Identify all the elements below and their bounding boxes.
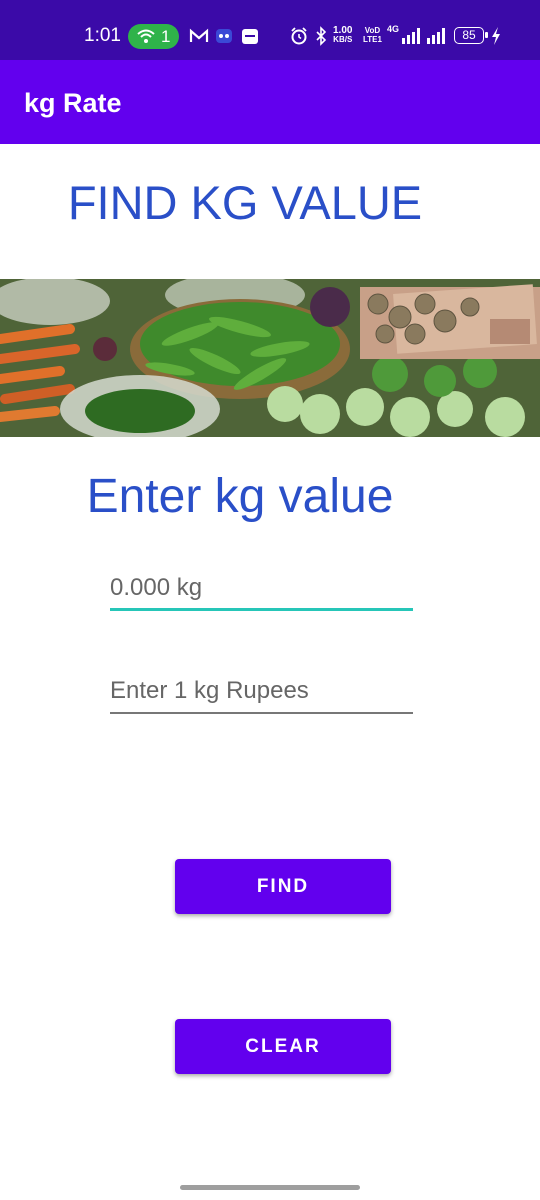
gesture-nav-handle[interactable] — [180, 1185, 360, 1190]
notification-icon — [242, 29, 258, 44]
hotspot-badge: 1 — [128, 24, 179, 49]
network-type: 4G — [387, 24, 400, 34]
net-speed-unit: KB/S — [333, 35, 353, 44]
game-icon — [216, 29, 232, 43]
vegetables-illustration — [0, 279, 540, 437]
status-time: 1:01 — [84, 25, 121, 46]
kg-value-text[interactable]: 0.000 kg — [110, 573, 413, 603]
rupee-field-underline — [110, 712, 413, 714]
kg-field-underline — [110, 608, 413, 611]
app-title: kg Rate — [24, 88, 122, 118]
volte-bottom: LTE1 — [363, 35, 382, 44]
clear-button[interactable]: CLEAR — [175, 1019, 391, 1074]
battery-indicator: 85 — [454, 27, 488, 44]
enter-kg-heading: Enter kg value — [86, 470, 394, 523]
net-speed-value: 1.00 — [333, 25, 353, 36]
page-title: FIND KG VALUE — [67, 176, 423, 229]
vegetables-banner-image — [0, 279, 540, 437]
battery-level: 85 — [462, 28, 476, 42]
hotspot-count: 1 — [161, 27, 171, 46]
signal-icon-2 — [427, 28, 445, 44]
volte-indicator: VoD LTE1 — [363, 26, 382, 44]
volte-top: VoD — [364, 26, 381, 35]
net-speed: 1.00 KB/S — [333, 25, 353, 45]
hotspot-icon — [137, 29, 155, 43]
gmail-icon — [189, 28, 209, 42]
rupee-per-kg-field[interactable]: Enter 1 kg Rupees — [110, 676, 413, 716]
signal-icon — [402, 28, 420, 44]
bluetooth-icon — [316, 26, 327, 46]
app-bar: kg Rate — [0, 60, 540, 144]
rupee-field-placeholder[interactable]: Enter 1 kg Rupees — [110, 676, 413, 706]
kg-value-field[interactable]: 0.000 kg — [110, 573, 413, 613]
status-bar: 1:01 1 1.00 KB/S VoD LTE1 4G 85 — [0, 0, 540, 60]
alarm-icon — [291, 27, 307, 45]
find-button[interactable]: FIND — [175, 859, 391, 914]
charging-icon — [492, 27, 500, 45]
